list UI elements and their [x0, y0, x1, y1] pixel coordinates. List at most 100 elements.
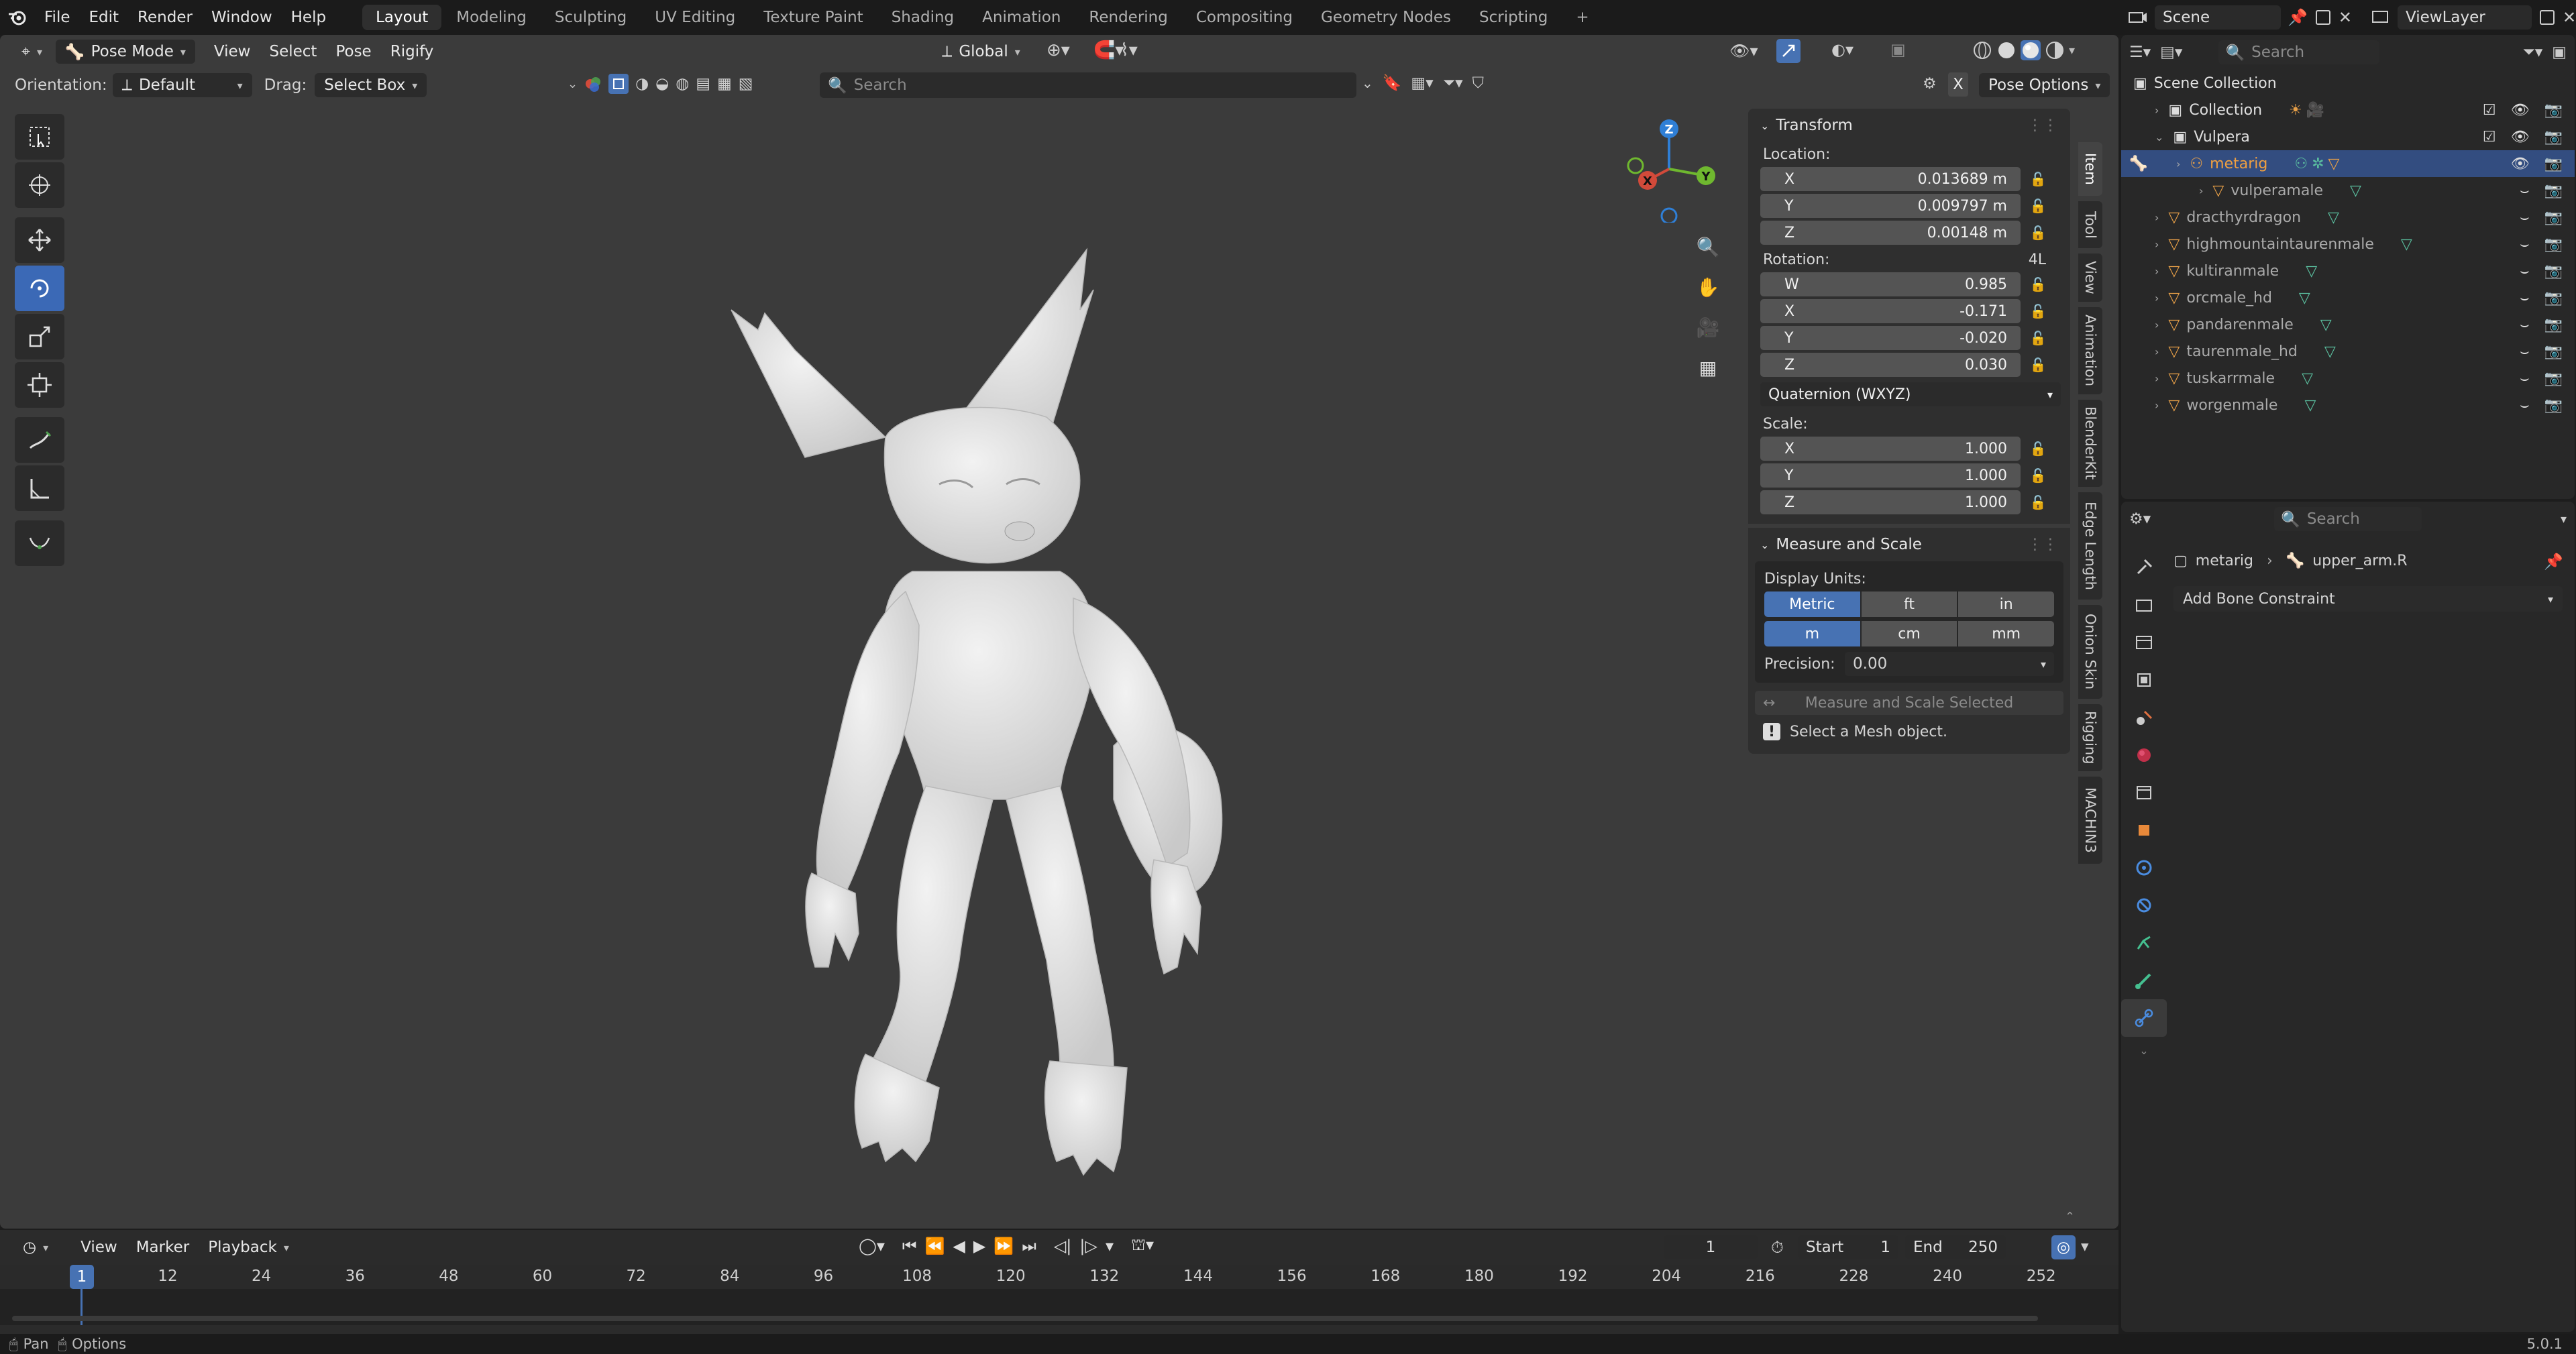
unit-ft-button[interactable]: ft: [1861, 591, 1957, 617]
lock-icon[interactable]: 🔓: [2021, 276, 2055, 292]
workspace-tab-shading[interactable]: Shading: [878, 5, 967, 30]
color-filter-icon[interactable]: [584, 75, 602, 93]
tab-view-layer[interactable]: [2121, 661, 2167, 699]
drag-handle-icon[interactable]: ⋮⋮: [2027, 536, 2058, 553]
expand-arrow-icon[interactable]: ›: [2155, 238, 2159, 251]
workspace-tab-modeling[interactable]: Modeling: [443, 5, 540, 30]
pan-hand-icon[interactable]: ✋: [1690, 270, 1725, 304]
scale-x-field[interactable]: X 1.000: [1760, 437, 2021, 461]
render-camera-icon[interactable]: 📷: [2544, 209, 2563, 226]
render-camera-icon[interactable]: 📷: [2544, 370, 2563, 387]
render-camera-icon[interactable]: 📷: [2544, 156, 2563, 172]
overlays-icon[interactable]: ◐▾: [1831, 40, 1854, 59]
add-workspace-button[interactable]: +: [1562, 5, 1602, 30]
move-tool[interactable]: [15, 217, 64, 263]
expand-arrow-icon[interactable]: ›: [2155, 265, 2159, 278]
scale-tool[interactable]: [15, 314, 64, 359]
solid-shading-icon[interactable]: [1996, 40, 2017, 60]
eye-closed-icon[interactable]: ⌣: [2520, 182, 2529, 199]
render-camera-icon[interactable]: 📷: [2544, 263, 2563, 280]
expand-arrow-icon[interactable]: ›: [2155, 104, 2159, 117]
menu-rigify[interactable]: Rigify: [381, 40, 443, 63]
transform-panel-header[interactable]: ⌄ Transform ⋮⋮: [1748, 109, 2070, 142]
tab-bone[interactable]: [2121, 962, 2167, 999]
stopwatch-icon[interactable]: ⏱: [1771, 1238, 1784, 1257]
render-camera-icon[interactable]: 📷: [2544, 317, 2563, 333]
precision-dropdown[interactable]: 0.00 ▾: [1845, 652, 2054, 676]
measure-scale-selected-button[interactable]: ↔ Measure and Scale Selected: [1755, 691, 2063, 715]
expand-arrow-icon[interactable]: ›: [2199, 184, 2203, 197]
eye-icon[interactable]: 👁: [2511, 129, 2530, 146]
outliner-search-field[interactable]: 🔍 Search: [2218, 40, 2380, 64]
unit-in-button[interactable]: in: [1958, 591, 2055, 617]
current-frame-field[interactable]: 1: [1664, 1235, 1758, 1259]
tab-render[interactable]: [2121, 586, 2167, 624]
tab-tool-settings[interactable]: [2121, 549, 2167, 586]
scale-y-field[interactable]: Y 1.000: [1760, 463, 2021, 488]
rotation-w-field[interactable]: W 0.985: [1760, 272, 2021, 296]
workspace-tab-sculpting[interactable]: Sculpting: [541, 5, 640, 30]
lock-icon[interactable]: 🔓: [2021, 330, 2055, 346]
gizmo-neg-y-axis[interactable]: [1627, 157, 1644, 174]
timeline-menu-view[interactable]: View: [71, 1236, 127, 1259]
menu-view[interactable]: View: [205, 40, 260, 63]
menu-pose[interactable]: Pose: [326, 40, 380, 63]
view-options-icon[interactable]: ▾: [2081, 1238, 2089, 1255]
workspace-tab-rendering[interactable]: Rendering: [1075, 5, 1181, 30]
workspace-tab-texture-paint[interactable]: Texture Paint: [750, 5, 876, 30]
unit-metric-button[interactable]: Metric: [1764, 591, 1860, 617]
end-frame-field[interactable]: End 250: [1905, 1235, 2006, 1259]
transform-tool[interactable]: [15, 362, 64, 408]
tab-object[interactable]: [2121, 811, 2167, 849]
properties-options-icon[interactable]: ▾: [2561, 512, 2567, 526]
menu-help[interactable]: Help: [282, 9, 335, 26]
rotation-y-field[interactable]: Y -0.020: [1760, 326, 2021, 350]
filter-icon-3[interactable]: ◒: [655, 75, 669, 93]
eye-closed-icon[interactable]: ⌣: [2520, 343, 2529, 360]
expand-arrow-icon[interactable]: ›: [2155, 292, 2159, 304]
keying-prev-icon[interactable]: ◁|: [1054, 1237, 1072, 1255]
shield-icon[interactable]: ⛉: [1472, 74, 1484, 92]
snap-icon[interactable]: 🧲▾: [1093, 40, 1124, 60]
xray-icon[interactable]: ▣: [1890, 40, 1906, 59]
filter-icon-2[interactable]: ◑: [635, 75, 649, 93]
timeline-ruler[interactable]: 12 24 36 48 60 72 84 96 108 120 132 144 156 168 180 192…: [0, 1265, 2118, 1325]
gizmo-toggle-icon[interactable]: [1776, 39, 1801, 63]
lock-icon[interactable]: 🔓: [2021, 494, 2055, 510]
location-y-field[interactable]: Y 0.009797 m: [1760, 194, 2021, 218]
lock-icon[interactable]: 🔓: [2021, 467, 2055, 484]
tab-machin3[interactable]: MACHIN3: [2078, 777, 2102, 864]
layout-icon[interactable]: ▦▾: [1411, 74, 1433, 92]
outliner-row-orcmale-hd[interactable]: › ▽ orcmale_hd ▽ ⌣ 📷: [2121, 284, 2575, 311]
expand-arrow-icon[interactable]: ›: [2155, 399, 2159, 412]
outliner-row-kultiranmale[interactable]: › ▽ kultiranmale ▽ ⌣ 📷: [2121, 258, 2575, 284]
render-camera-icon[interactable]: 📷: [2544, 236, 2563, 253]
workspace-tab-uv-editing[interactable]: UV Editing: [641, 5, 749, 30]
workspace-tab-layout[interactable]: Layout: [362, 5, 442, 30]
symmetry-icon[interactable]: ⚙: [1923, 75, 1937, 93]
render-camera-icon[interactable]: 📷: [2544, 182, 2563, 199]
tab-item[interactable]: Item: [2078, 142, 2102, 196]
viewlayer-selector[interactable]: ViewLayer ✕: [2371, 5, 2576, 30]
eye-icon[interactable]: 👁: [2511, 156, 2530, 172]
tab-object-data-armature[interactable]: [2121, 924, 2167, 962]
blender-logo-icon[interactable]: [0, 0, 35, 35]
bone-search-field[interactable]: 🔍 Search: [820, 72, 1356, 98]
workspace-tab-animation[interactable]: Animation: [969, 5, 1074, 30]
drag-handle-icon[interactable]: ⋮⋮: [2027, 117, 2058, 134]
scene-selector[interactable]: Scene 📌 ✕: [2128, 5, 2352, 30]
expand-arrow-icon[interactable]: ›: [2155, 211, 2159, 224]
render-camera-icon[interactable]: 📷: [2544, 129, 2563, 146]
expand-chevron-icon[interactable]: ⌃: [2065, 1210, 2075, 1224]
outliner-row-scene-collection[interactable]: ▣ Scene Collection: [2121, 70, 2575, 97]
tab-edge-length[interactable]: Edge Length: [2078, 492, 2102, 600]
eye-closed-icon[interactable]: ⌣: [2520, 370, 2529, 387]
jump-end-icon[interactable]: ⏭: [1022, 1237, 1036, 1255]
filter-icon-4[interactable]: ◍: [676, 75, 689, 93]
delete-scene-icon[interactable]: ✕: [2339, 8, 2352, 27]
measure-panel-header[interactable]: ⌄ Measure and Scale ⋮⋮: [1748, 528, 2070, 561]
exclude-checkbox[interactable]: ☑: [2483, 102, 2496, 119]
start-frame-field[interactable]: Start 1: [1798, 1235, 1898, 1259]
tab-tool[interactable]: Tool: [2078, 201, 2102, 248]
funnel-filter-icon[interactable]: ⏷▾: [1443, 74, 1463, 92]
